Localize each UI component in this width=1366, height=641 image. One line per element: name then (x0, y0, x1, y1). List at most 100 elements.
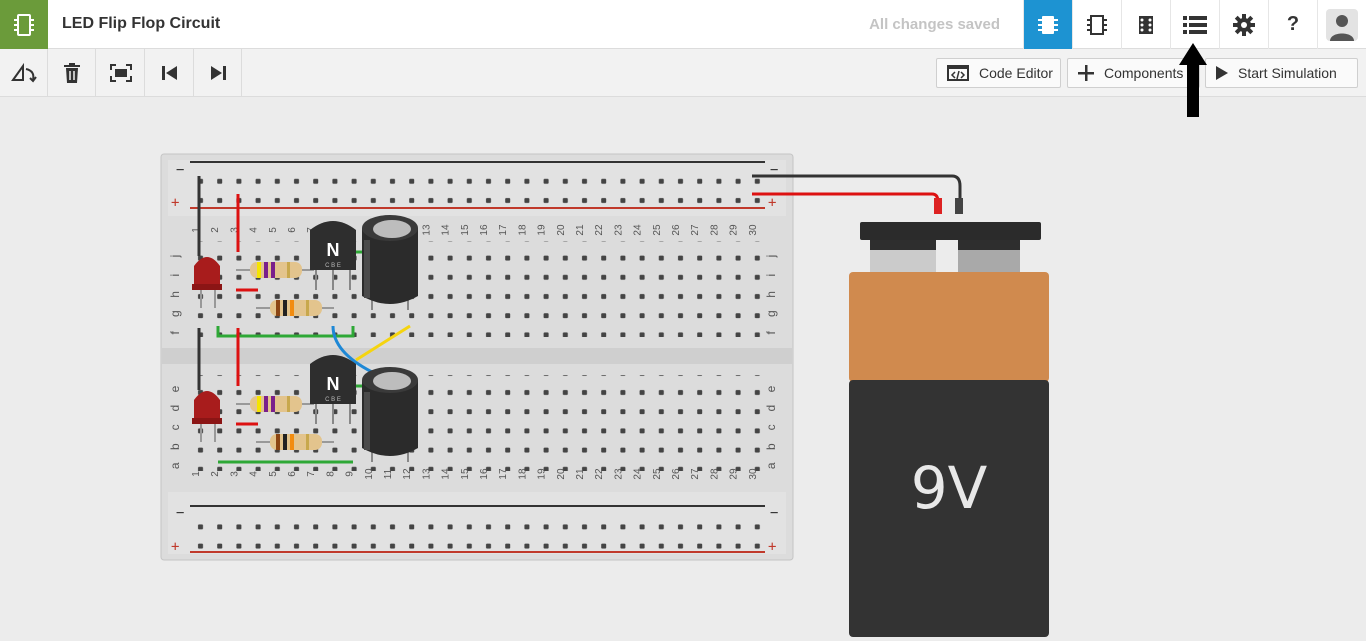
pcb-view-icon (1139, 15, 1153, 34)
help-icon: ? (1286, 13, 1300, 35)
breadboard[interactable] (160, 153, 794, 561)
column-number-top: 22 (594, 224, 605, 236)
rotate-button[interactable] (0, 49, 48, 97)
column-number-top: 15 (460, 224, 471, 236)
row-letter-left: i (168, 274, 182, 277)
circuit-drawing: − + − + − + − + 123456789101112131415161… (160, 153, 1049, 637)
column-number-bottom: 14 (441, 468, 452, 480)
column-number-bottom: 21 (575, 468, 586, 480)
top-bar: LED Flip Flop Circuit All changes saved (0, 0, 1366, 49)
column-number-bottom: 20 (556, 468, 567, 480)
rail-plus-label-bottom: + (171, 539, 179, 555)
column-number-bottom: 16 (479, 468, 490, 480)
row-letter-right: d (764, 405, 778, 412)
column-number-top: 6 (287, 227, 298, 233)
row-letter-right: a (764, 462, 778, 469)
schematic-view-icon (1087, 14, 1107, 35)
settings-icon (1233, 13, 1255, 36)
capacitor-bottom[interactable] (362, 367, 418, 462)
rail-minus-label: − (176, 162, 184, 178)
battery-9v[interactable] (849, 222, 1049, 637)
column-number-bottom: 29 (729, 468, 740, 480)
components-label: Components (1104, 65, 1184, 81)
column-number-top: 13 (421, 224, 432, 236)
pointer-arrow-icon (1179, 43, 1207, 117)
column-number-top: 27 (690, 224, 701, 236)
step-back-button[interactable] (146, 49, 194, 97)
row-letter-left: a (168, 462, 182, 469)
rail-plus-label: + (171, 195, 179, 211)
save-status: All changes saved (869, 16, 1000, 33)
column-number-bottom: 24 (633, 468, 644, 480)
rail-minus-label-bottom-right: − (770, 505, 778, 521)
app-logo[interactable] (0, 0, 48, 49)
column-number-top: 4 (249, 227, 260, 233)
column-number-bottom: 26 (671, 468, 682, 480)
start-simulation-button[interactable]: Start Simulation (1205, 58, 1358, 88)
transistor-top-label: N (327, 240, 340, 260)
circuit-canvas[interactable]: − + − + − + − + 123456789101112131415161… (0, 97, 1366, 641)
column-number-bottom: 13 (421, 468, 432, 480)
component-list-button[interactable] (1170, 0, 1219, 49)
column-number-bottom: 28 (709, 468, 720, 480)
row-letter-left: h (168, 291, 182, 298)
schematic-view-button[interactable] (1072, 0, 1121, 49)
column-number-bottom: 23 (613, 468, 624, 480)
circuit-view-icon (1038, 15, 1058, 34)
row-letter-right: b (764, 443, 778, 450)
column-number-top: 30 (748, 224, 759, 236)
column-number-top: 2 (210, 227, 221, 233)
column-number-bottom: 7 (306, 471, 317, 477)
component-list-icon (1183, 15, 1207, 34)
column-number-bottom: 2 (210, 471, 221, 477)
column-number-top: 28 (709, 224, 720, 236)
code-editor-button[interactable]: Code Editor (936, 58, 1061, 88)
row-letter-left: d (168, 405, 182, 412)
user-avatar-icon (1326, 8, 1358, 41)
code-editor-icon (947, 65, 969, 81)
row-letter-right: c (764, 424, 778, 430)
battery-negative-clip (955, 198, 963, 214)
row-letter-right: g (764, 310, 778, 317)
rail-minus-label-bottom: − (176, 505, 184, 521)
row-letter-right: e (764, 385, 778, 392)
battery-label: 9V (911, 454, 988, 522)
column-number-top: 16 (479, 224, 490, 236)
column-number-bottom: 3 (229, 471, 240, 477)
row-letter-left: b (168, 443, 182, 450)
column-number-bottom: 8 (325, 471, 336, 477)
settings-button[interactable] (1219, 0, 1268, 49)
column-number-top: 14 (441, 224, 452, 236)
user-avatar-button[interactable] (1317, 0, 1366, 49)
row-letter-right: j (764, 255, 778, 259)
column-number-top: 18 (517, 224, 528, 236)
column-number-bottom: 22 (594, 468, 605, 480)
row-letter-left: e (168, 385, 182, 392)
circuit-view-button[interactable] (1023, 0, 1072, 49)
column-number-bottom: 11 (383, 468, 394, 479)
column-number-bottom: 1 (191, 471, 202, 477)
delete-button[interactable] (48, 49, 96, 97)
column-number-bottom: 4 (249, 471, 260, 477)
plus-icon (1078, 65, 1094, 81)
rail-plus-label-right: + (768, 195, 776, 211)
step-forward-button[interactable] (194, 49, 242, 97)
column-number-top: 5 (268, 227, 279, 233)
column-number-bottom: 30 (748, 468, 759, 480)
project-title[interactable]: LED Flip Flop Circuit (62, 15, 220, 33)
zoom-to-fit-button[interactable] (97, 49, 145, 97)
column-number-bottom: 25 (652, 468, 663, 480)
column-number-top: 25 (652, 224, 663, 236)
battery-positive-clip (934, 198, 942, 214)
column-number-top: 19 (537, 224, 548, 236)
column-number-top: 20 (556, 224, 567, 236)
column-number-bottom: 15 (460, 468, 471, 480)
row-letter-left: j (168, 255, 182, 259)
capacitor-top[interactable] (362, 215, 418, 310)
transistor-bottom-label: N (327, 374, 340, 394)
column-number-bottom: 9 (345, 471, 356, 477)
help-button[interactable]: ? (1268, 0, 1317, 49)
pcb-view-button[interactable] (1121, 0, 1170, 49)
transistor-bottom-pins: C B E (325, 397, 341, 403)
row-letter-left: g (168, 310, 182, 317)
